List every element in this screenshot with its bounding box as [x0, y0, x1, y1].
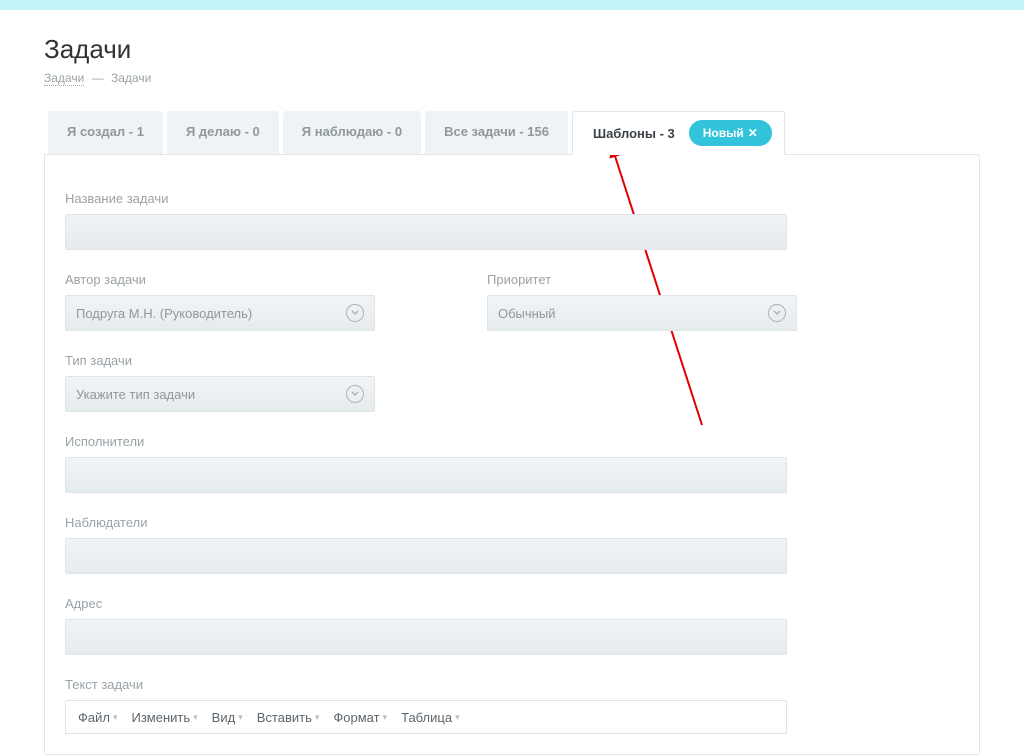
- priority-select[interactable]: Обычный: [487, 295, 797, 331]
- tab-doing[interactable]: Я делаю - 0: [167, 111, 279, 155]
- watchers-label: Наблюдатели: [65, 515, 787, 530]
- page-title: Задачи: [44, 34, 980, 65]
- new-button-label: Новый: [703, 126, 744, 140]
- toolbar-format[interactable]: Формат▾: [327, 706, 393, 729]
- tab-templates-label: Шаблоны - 3: [593, 126, 675, 141]
- address-label: Адрес: [65, 596, 787, 611]
- breadcrumb: Задачи — Задачи: [44, 71, 980, 85]
- tab-templates[interactable]: Шаблоны - 3 Новый ✕: [572, 111, 785, 155]
- type-select[interactable]: Укажите тип задачи: [65, 376, 375, 412]
- tab-created[interactable]: Я создал - 1: [48, 111, 163, 155]
- caret-down-icon: ▾: [238, 712, 243, 723]
- tabs-bar: Я создал - 1 Я делаю - 0 Я наблюдаю - 0 …: [48, 111, 980, 155]
- priority-label: Приоритет: [487, 272, 797, 287]
- chevron-down-icon: [346, 304, 364, 322]
- caret-down-icon: ▾: [383, 712, 388, 723]
- breadcrumb-link[interactable]: Задачи: [44, 71, 84, 86]
- priority-value: Обычный: [498, 306, 555, 321]
- chevron-down-icon: [346, 385, 364, 403]
- toolbar-view[interactable]: Вид▾: [206, 706, 249, 729]
- author-value: Подруга М.Н. (Руководитель): [76, 306, 252, 321]
- caret-down-icon: ▾: [315, 712, 320, 723]
- text-label: Текст задачи: [65, 677, 787, 692]
- executors-input[interactable]: [65, 457, 787, 493]
- toolbar-file[interactable]: Файл▾: [72, 706, 124, 729]
- task-name-input[interactable]: [65, 214, 787, 250]
- toolbar-edit[interactable]: Изменить▾: [126, 706, 204, 729]
- top-accent-strip: [0, 0, 1024, 10]
- form-panel: Название задачи Автор задачи Подруга М.Н…: [44, 154, 980, 755]
- author-label: Автор задачи: [65, 272, 375, 287]
- chevron-down-icon: [768, 304, 786, 322]
- toolbar-insert[interactable]: Вставить▾: [251, 706, 326, 729]
- watchers-input[interactable]: [65, 538, 787, 574]
- breadcrumb-current: Задачи: [111, 71, 151, 85]
- tab-all[interactable]: Все задачи - 156: [425, 111, 568, 155]
- caret-down-icon: ▾: [193, 712, 198, 723]
- caret-down-icon: ▾: [113, 712, 118, 723]
- type-placeholder: Укажите тип задачи: [76, 387, 195, 402]
- task-name-label: Название задачи: [65, 191, 787, 206]
- address-input[interactable]: [65, 619, 787, 655]
- author-select[interactable]: Подруга М.Н. (Руководитель): [65, 295, 375, 331]
- editor-toolbar: Файл▾ Изменить▾ Вид▾ Вставить▾ Формат▾ Т…: [65, 700, 787, 734]
- close-icon: ✕: [748, 127, 758, 139]
- caret-down-icon: ▾: [455, 712, 460, 723]
- toolbar-table[interactable]: Таблица▾: [395, 706, 466, 729]
- tab-watching[interactable]: Я наблюдаю - 0: [283, 111, 421, 155]
- breadcrumb-sep: —: [92, 71, 104, 85]
- executors-label: Исполнители: [65, 434, 787, 449]
- type-label: Тип задачи: [65, 353, 375, 368]
- new-button[interactable]: Новый ✕: [689, 120, 772, 146]
